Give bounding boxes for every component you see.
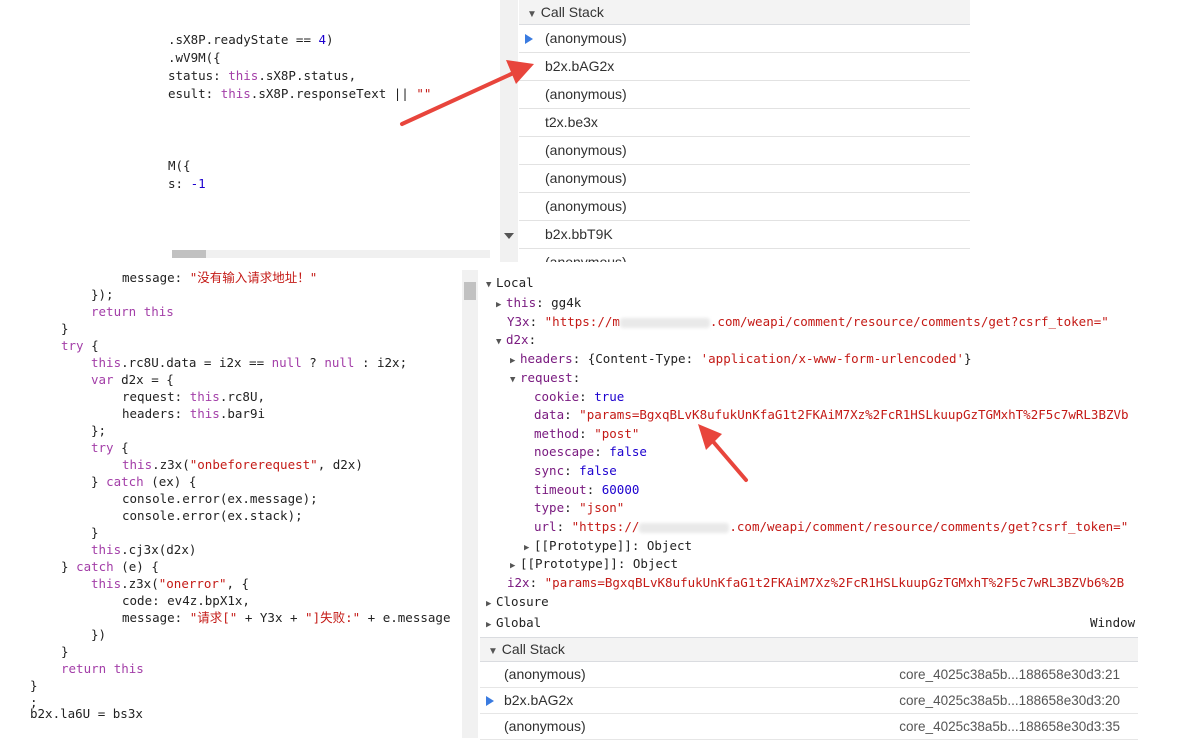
code-line: }; <box>91 423 107 438</box>
code-line: try { <box>61 338 99 353</box>
code-line: return this <box>61 661 144 676</box>
frame-location[interactable]: core_4025c38a5b...188658e30d3:21 <box>899 662 1120 687</box>
scope-timeout[interactable]: timeout: 60000 <box>534 481 639 499</box>
call-stack-panel-top: ▼ Call Stack (anonymous) b2x.bAG2x (anon… <box>519 0 970 262</box>
scope-method[interactable]: method: "post" <box>534 425 639 443</box>
code-line: this.rc8U.data = i2x == null ? null : i2… <box>91 355 408 370</box>
collapsed-triangle-icon: ▶ <box>510 356 516 366</box>
code-line: } catch (e) { <box>61 559 159 574</box>
code-line: var d2x = { <box>91 372 174 387</box>
expanded-triangle-icon: ▼ <box>486 280 492 290</box>
call-stack-header[interactable]: ▼ Call Stack <box>480 637 1138 662</box>
code-line: b2x.la6U = bs3x <box>30 706 143 721</box>
call-frame[interactable]: (anonymous) core_4025c38a5b...188658e30d3… <box>480 714 1138 740</box>
scope-request-prototype[interactable]: ▶ [[Prototype]]: Object <box>524 537 692 555</box>
code-line: return this <box>91 304 174 319</box>
scrollbar-thumb[interactable] <box>464 282 476 300</box>
scope-d2x-prototype[interactable]: ▶ [[Prototype]]: Object <box>510 555 678 573</box>
scope-vertical-scrollbar[interactable] <box>462 270 478 738</box>
call-frame[interactable]: (anonymous) <box>519 249 970 262</box>
code-line: request: this.rc8U, <box>122 389 265 404</box>
code-line: .wV9M({ <box>168 50 221 65</box>
scope-d2x-headers[interactable]: ▶ headers: {Content-Type: 'application/x-… <box>510 350 972 368</box>
code-line: console.error(ex.stack); <box>122 508 303 523</box>
code-line: } <box>61 321 69 336</box>
call-frame[interactable]: b2x.bAG2x core_4025c38a5b...188658e30d3:2… <box>480 688 1138 714</box>
scope-global-value: Window <box>1090 615 1136 630</box>
call-stack-header[interactable]: ▼ Call Stack <box>519 0 970 25</box>
code-line: this.z3x("onbeforerequest", d2x) <box>122 457 363 472</box>
scope-type[interactable]: type: "json" <box>534 499 624 517</box>
expanded-triangle-icon: ▼ <box>510 375 516 385</box>
call-frame[interactable]: (anonymous) <box>519 81 970 109</box>
code-line: }); <box>91 287 114 302</box>
scope-sync[interactable]: sync: false <box>534 462 617 480</box>
scope-y3x[interactable]: Y3x: "https://m .com/weapi/comment/resour… <box>507 313 1109 331</box>
code-line: code: ev4z.bpX1x, <box>122 593 250 608</box>
expanded-triangle-icon: ▼ <box>496 337 502 347</box>
redacted-domain <box>619 317 710 328</box>
call-frame[interactable]: b2x.bbT9K <box>519 221 970 249</box>
top-source-editor[interactable]: .sX8P.readyState == 4) .wV9M({ status: t… <box>0 0 500 262</box>
redacted-domain <box>639 522 730 533</box>
scope-d2x[interactable]: ▼ d2x: <box>496 331 536 349</box>
call-stack-panel-bottom: ▼ Call Stack (anonymous) core_4025c38a5b.… <box>480 637 1138 750</box>
scope-i2x[interactable]: i2x: "params=BgxqBLvK8ufukUnKfaG1t2FKAiM… <box>507 574 1124 592</box>
vertical-scrollbar[interactable] <box>500 0 518 262</box>
collapsed-triangle-icon: ▶ <box>496 300 502 310</box>
scope-closure[interactable]: ▶ Closure <box>486 593 549 611</box>
code-line: } <box>30 678 38 693</box>
code-line: s: -1 <box>168 176 206 191</box>
call-frame[interactable]: (anonymous) <box>519 137 970 165</box>
code-line: message: "请求[" + Y3x + "]失败:" + e.messag… <box>122 610 451 625</box>
frame-location[interactable]: core_4025c38a5b...188658e30d3:35 <box>899 714 1120 739</box>
bottom-source-editor[interactable]: message: "没有输入请求地址！" }); return this } t… <box>0 262 462 750</box>
collapsed-triangle-icon: ▶ <box>486 599 492 609</box>
scope-local[interactable]: ▼ Local <box>486 274 534 292</box>
current-frame-arrow-icon <box>525 33 533 44</box>
scope-global[interactable]: ▶ Global <box>486 614 541 632</box>
current-frame-arrow-icon <box>486 695 494 706</box>
scope-d2x-request[interactable]: ▼ request: <box>510 369 580 387</box>
call-frame[interactable]: (anonymous) <box>519 193 970 221</box>
collapse-triangle-icon: ▼ <box>527 9 537 20</box>
code-line: } <box>91 525 99 540</box>
scrollbar-thumb[interactable] <box>172 250 206 258</box>
scope-noescape[interactable]: noescape: false <box>534 443 647 461</box>
code-line: message: "没有输入请求地址！" <box>122 270 318 285</box>
code-line: console.error(ex.message); <box>122 491 318 506</box>
call-frame[interactable]: (anonymous) <box>519 165 970 193</box>
scroll-down-arrow-icon[interactable] <box>504 232 514 240</box>
code-line: }) <box>91 627 107 642</box>
call-frame[interactable]: (anonymous) <box>519 25 970 53</box>
code-line: .sX8P.readyState == 4) <box>168 32 334 47</box>
collapsed-triangle-icon: ▶ <box>510 561 516 571</box>
scope-url[interactable]: url: "https://.com/weapi/comment/resourc… <box>534 518 1128 536</box>
collapse-triangle-icon: ▼ <box>488 646 498 657</box>
code-line: this.z3x("onerror", { <box>91 576 250 591</box>
code-line: status: this.sX8P.status, <box>168 68 357 83</box>
code-line: M({ <box>168 158 191 173</box>
code-line: this.cj3x(d2x) <box>91 542 197 557</box>
horizontal-scrollbar[interactable] <box>172 250 490 258</box>
scope-this[interactable]: ▶ this: gg4k <box>496 294 581 312</box>
code-line: } catch (ex) { <box>91 474 197 489</box>
call-frame[interactable]: t2x.be3x <box>519 109 970 137</box>
code-line: headers: this.bar9i <box>122 406 265 421</box>
collapsed-triangle-icon: ▶ <box>486 620 492 630</box>
code-line: try { <box>91 440 129 455</box>
scope-panel: ▼ Local ▶ this: gg4k Y3x: "https://m .com/w… <box>480 270 1138 638</box>
call-frame[interactable]: (anonymous) core_4025c38a5b...188658e30d3… <box>480 662 1138 688</box>
call-frame[interactable]: b2x.bAG2x <box>519 53 970 81</box>
code-line: esult: this.sX8P.responseText || "" <box>168 86 432 101</box>
scope-cookie[interactable]: cookie: true <box>534 388 624 406</box>
scope-data[interactable]: data: "params=BgxqBLvK8ufukUnKfaG1t2FKAi… <box>534 406 1129 424</box>
frame-location[interactable]: core_4025c38a5b...188658e30d3:20 <box>899 688 1120 713</box>
code-line: } <box>61 644 69 659</box>
